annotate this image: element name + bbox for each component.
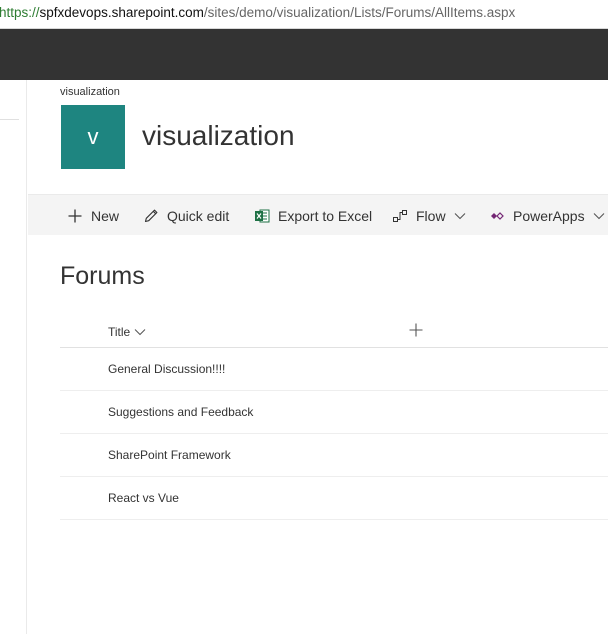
flow-icon	[392, 208, 408, 224]
url-scheme: https://	[0, 5, 40, 20]
powerapps-label: PowerApps	[513, 207, 585, 224]
title-column-label: Title	[108, 325, 131, 339]
title-column-header[interactable]: Title	[108, 325, 146, 339]
add-column-button[interactable]	[408, 322, 424, 338]
site-logo[interactable]: v	[61, 105, 125, 169]
list-row[interactable]: Suggestions and Feedback	[60, 391, 608, 434]
list-title: Forums	[60, 262, 145, 290]
row-title[interactable]: SharePoint Framework	[108, 448, 231, 462]
list-row[interactable]: SharePoint Framework	[60, 434, 608, 477]
left-navigation	[0, 80, 27, 634]
command-bar: New Quick edit Export to Excel Flow Powe…	[28, 194, 608, 235]
flow-button[interactable]: Flow	[392, 195, 466, 236]
row-title[interactable]: React vs Vue	[108, 491, 179, 505]
row-title[interactable]: General Discussion!!!!	[108, 362, 225, 376]
url-path: /sites/demo/visualization/Lists/Forums/A…	[203, 5, 516, 20]
site-logo-letter: v	[87, 124, 99, 149]
powerapps-button[interactable]: PowerApps	[489, 195, 605, 236]
chevron-down-icon	[593, 212, 605, 220]
nav-divider	[0, 119, 19, 120]
chevron-down-icon	[134, 325, 146, 339]
export-to-excel-button[interactable]: Export to Excel	[254, 195, 372, 236]
suite-bar	[0, 29, 608, 80]
plus-icon	[67, 208, 83, 224]
chevron-down-icon	[454, 212, 466, 220]
url-text[interactable]: https://spfxdevops.sharepoint.com/sites/…	[0, 5, 515, 20]
address-bar[interactable]: https://spfxdevops.sharepoint.com/sites/…	[0, 0, 608, 29]
new-label: New	[91, 207, 120, 224]
column-header-row: Title	[60, 316, 608, 348]
site-breadcrumb[interactable]: visualization	[60, 86, 120, 98]
excel-icon	[254, 208, 270, 224]
list-row[interactable]: React vs Vue	[60, 477, 608, 520]
pencil-icon	[143, 208, 159, 224]
export-to-excel-label: Export to Excel	[278, 207, 373, 224]
row-title[interactable]: Suggestions and Feedback	[108, 405, 253, 419]
list-row[interactable]: General Discussion!!!!	[60, 348, 608, 391]
url-host: spfxdevops.sharepoint.com	[39, 5, 204, 20]
quick-edit-label: Quick edit	[167, 207, 230, 224]
site-title[interactable]: visualization	[142, 120, 295, 152]
flow-label: Flow	[416, 207, 446, 224]
new-button[interactable]: New	[67, 195, 119, 236]
quick-edit-button[interactable]: Quick edit	[143, 195, 229, 236]
powerapps-icon	[489, 208, 505, 224]
plus-icon	[408, 323, 424, 342]
